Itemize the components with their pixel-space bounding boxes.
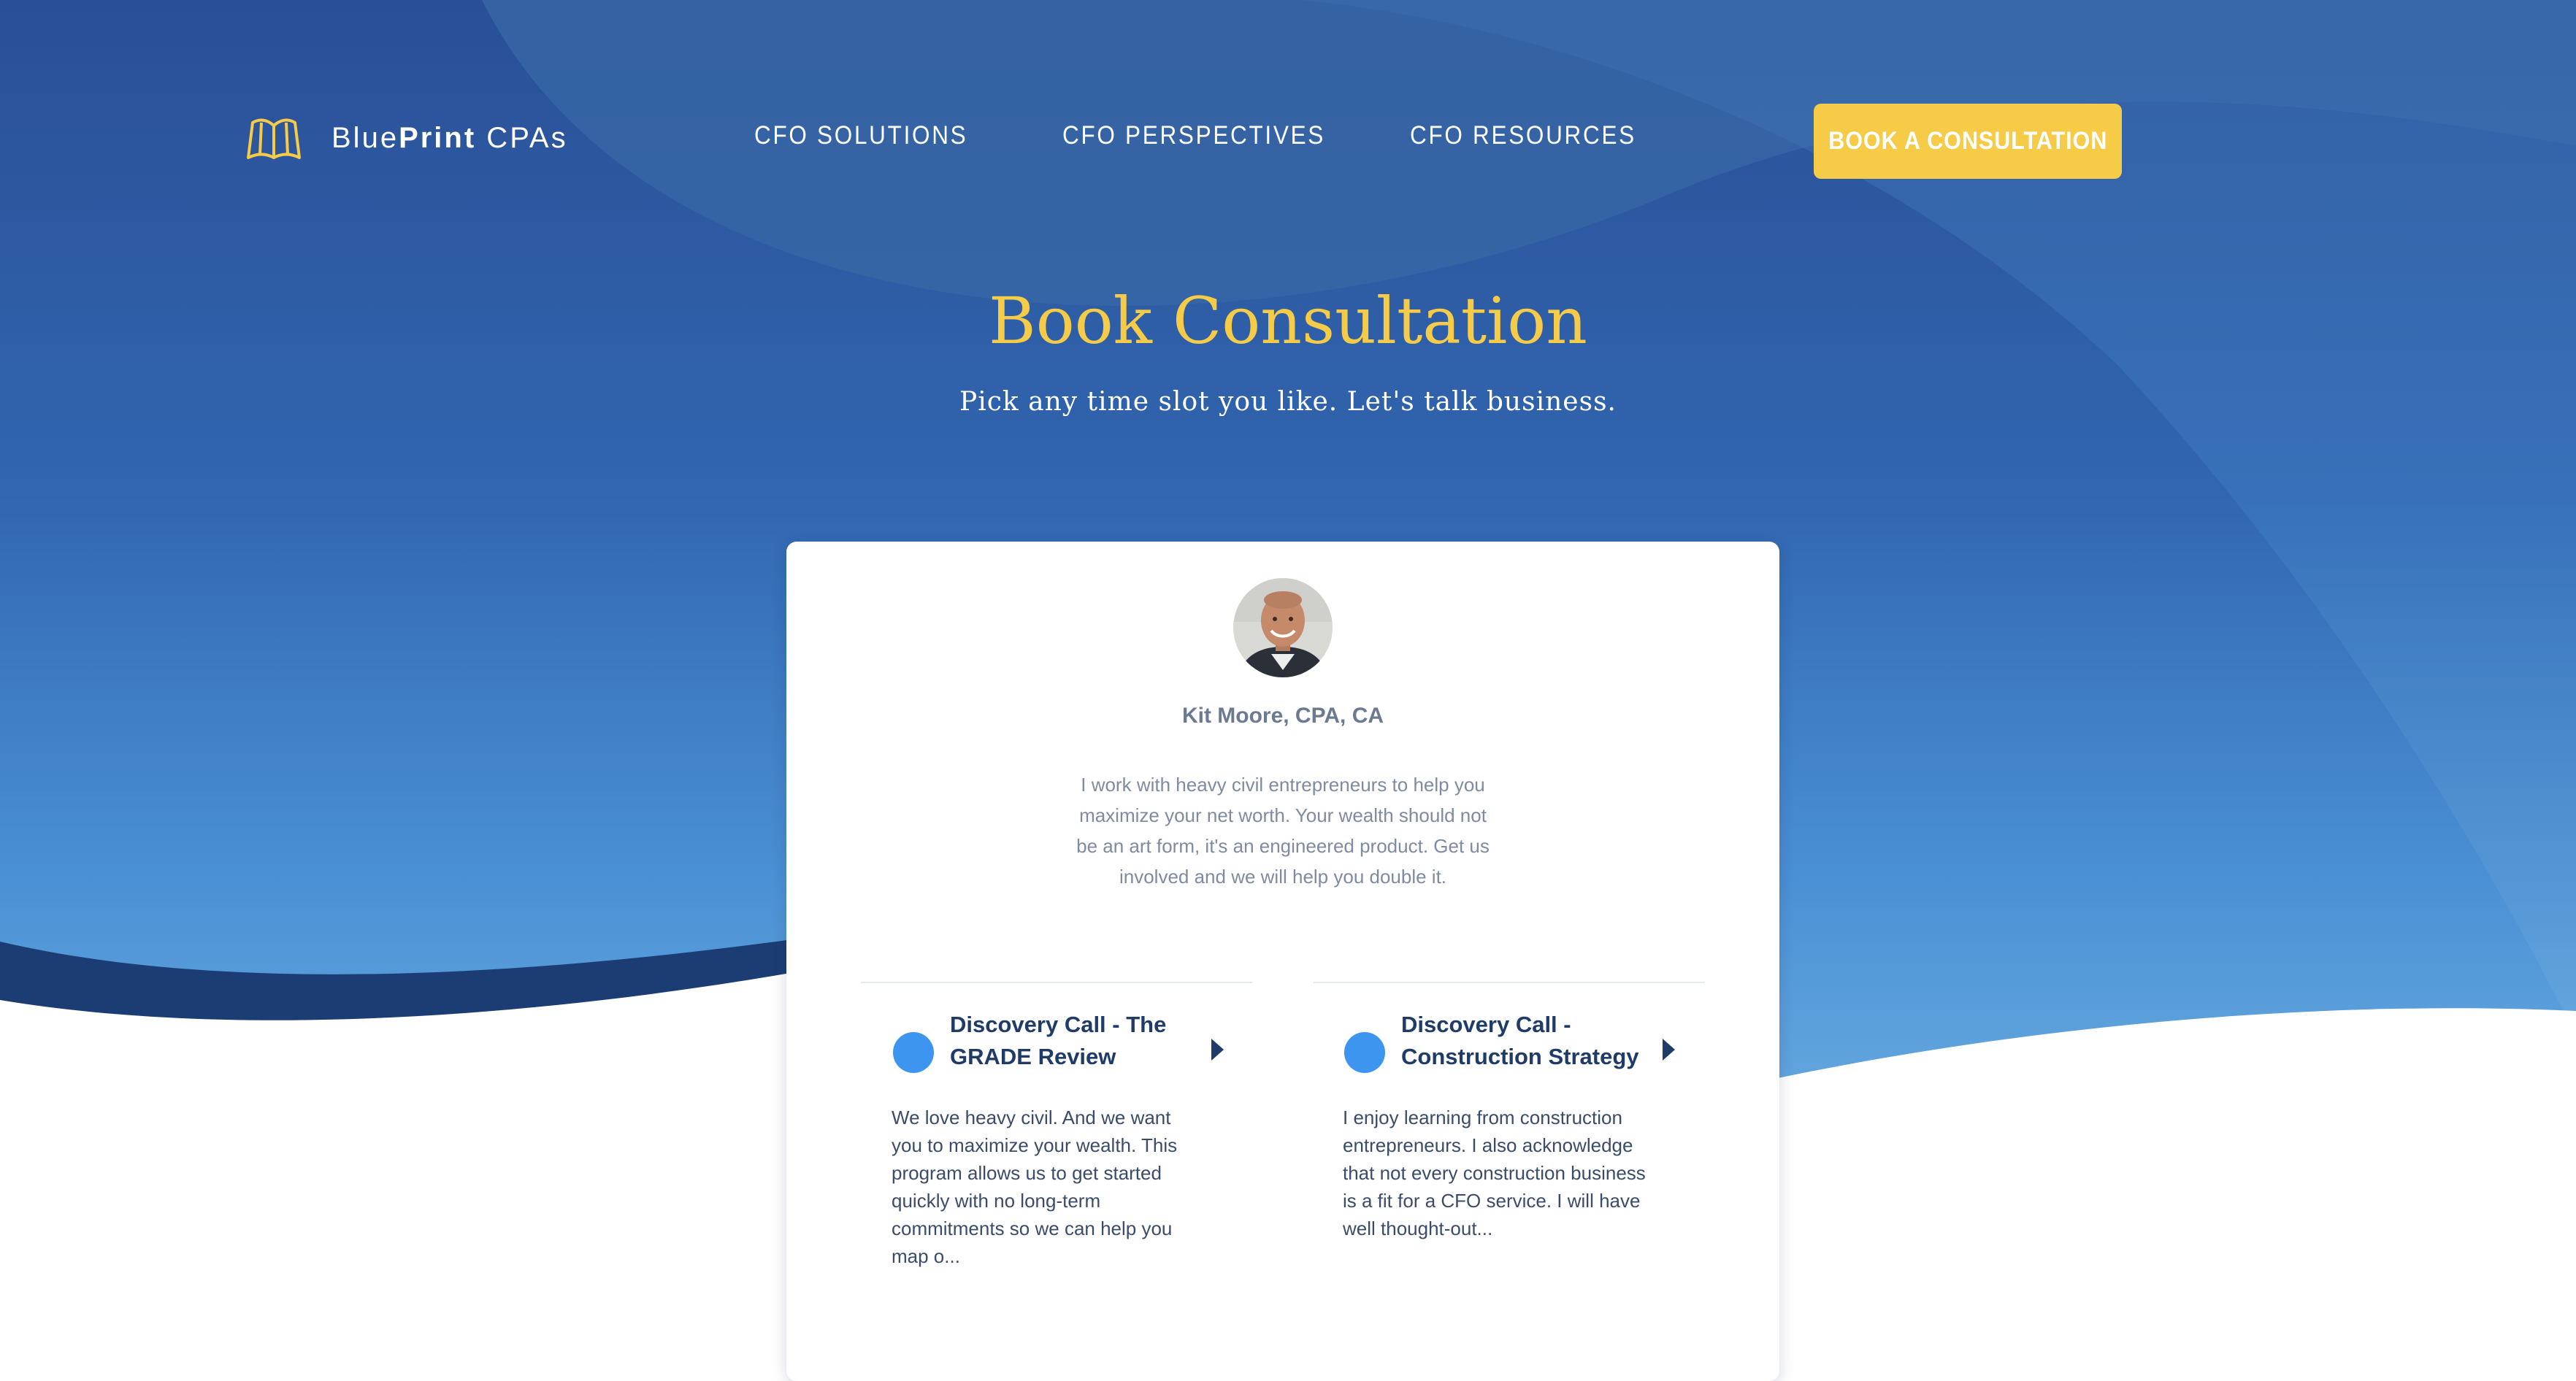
event-title-line: Construction Strategy bbox=[1401, 1044, 1639, 1069]
event-description: I enjoy learning from construction entre… bbox=[1343, 1104, 1646, 1242]
open-book-icon bbox=[247, 118, 301, 159]
host-bio: I work with heavy civil entrepreneurs to… bbox=[1076, 774, 1490, 888]
event-description-line: We love heavy civil. And we want bbox=[892, 1107, 1171, 1128]
event-title-line: Discovery Call - The bbox=[950, 1012, 1167, 1037]
event-description-line: program allows us to get started bbox=[892, 1162, 1162, 1184]
event-description-line: that not every construction business bbox=[1343, 1162, 1646, 1184]
event-description-line: you to maximize your wealth. This bbox=[892, 1134, 1178, 1156]
event-description-line: is a fit for a CFO service. I will have bbox=[1343, 1190, 1641, 1212]
divider bbox=[861, 982, 1252, 983]
avatar bbox=[1233, 578, 1333, 677]
event-description-line: well thought-out... bbox=[1343, 1217, 1493, 1239]
host-name: Kit Moore, CPA, CA bbox=[1181, 704, 1384, 728]
event-description-line: quickly with no long-term bbox=[892, 1190, 1101, 1212]
book-consultation-button[interactable]: BOOK A CONSULTATION bbox=[1814, 104, 2122, 179]
page-subtitle: Pick any time slot you like. Let's talk … bbox=[959, 387, 1617, 417]
event-title: Discovery Call - The GRADE Review bbox=[950, 1009, 1166, 1073]
event-type-construction-strategy[interactable]: Discovery Call - Construction Strategy I… bbox=[1343, 1009, 1699, 1315]
booking-card: Kit Moore, CPA, CA I work with heavy civ… bbox=[786, 542, 1779, 1381]
event-description-line: entrepreneurs. I also acknowledge bbox=[1343, 1134, 1633, 1156]
brand-logo[interactable]: BluePrint CPAs bbox=[245, 115, 568, 161]
event-color-dot bbox=[893, 1032, 934, 1073]
event-description-line: map o... bbox=[892, 1245, 960, 1267]
brand-name-part2: Print bbox=[399, 121, 477, 154]
chevron-right-icon[interactable] bbox=[1211, 1039, 1224, 1061]
event-description-line: commitments so we can help you bbox=[892, 1217, 1173, 1239]
event-color-dot bbox=[1344, 1032, 1385, 1073]
event-description-line: I enjoy learning from construction bbox=[1343, 1107, 1622, 1128]
page-title: Book Consultation bbox=[989, 283, 1587, 358]
brand-name-part3: CPAs bbox=[476, 121, 568, 154]
top-navigation: BluePrint CPAs CFO SOLUTIONS CFO PERSPEC… bbox=[0, 0, 2576, 282]
event-type-grade-review[interactable]: Discovery Call - The GRADE Review We lov… bbox=[892, 1009, 1233, 1315]
event-title: Discovery Call - Construction Strategy bbox=[1401, 1009, 1639, 1073]
brand-name: BluePrint CPAs bbox=[331, 122, 568, 155]
nav-link-cfo-resources[interactable]: CFO RESOURCES bbox=[1410, 121, 1636, 150]
nav-link-cfo-perspectives[interactable]: CFO PERSPECTIVES bbox=[1062, 121, 1325, 150]
chevron-right-icon[interactable] bbox=[1663, 1039, 1675, 1061]
nav-link-cfo-solutions[interactable]: CFO SOLUTIONS bbox=[754, 121, 967, 150]
event-description: We love heavy civil. And we want you to … bbox=[892, 1104, 1177, 1270]
event-title-line: Discovery Call - bbox=[1401, 1012, 1571, 1037]
brand-name-part1: Blue bbox=[331, 121, 399, 154]
book-consultation-label: BOOK A CONSULTATION bbox=[1828, 127, 2108, 155]
divider bbox=[1314, 982, 1705, 983]
event-title-line: GRADE Review bbox=[950, 1044, 1116, 1069]
